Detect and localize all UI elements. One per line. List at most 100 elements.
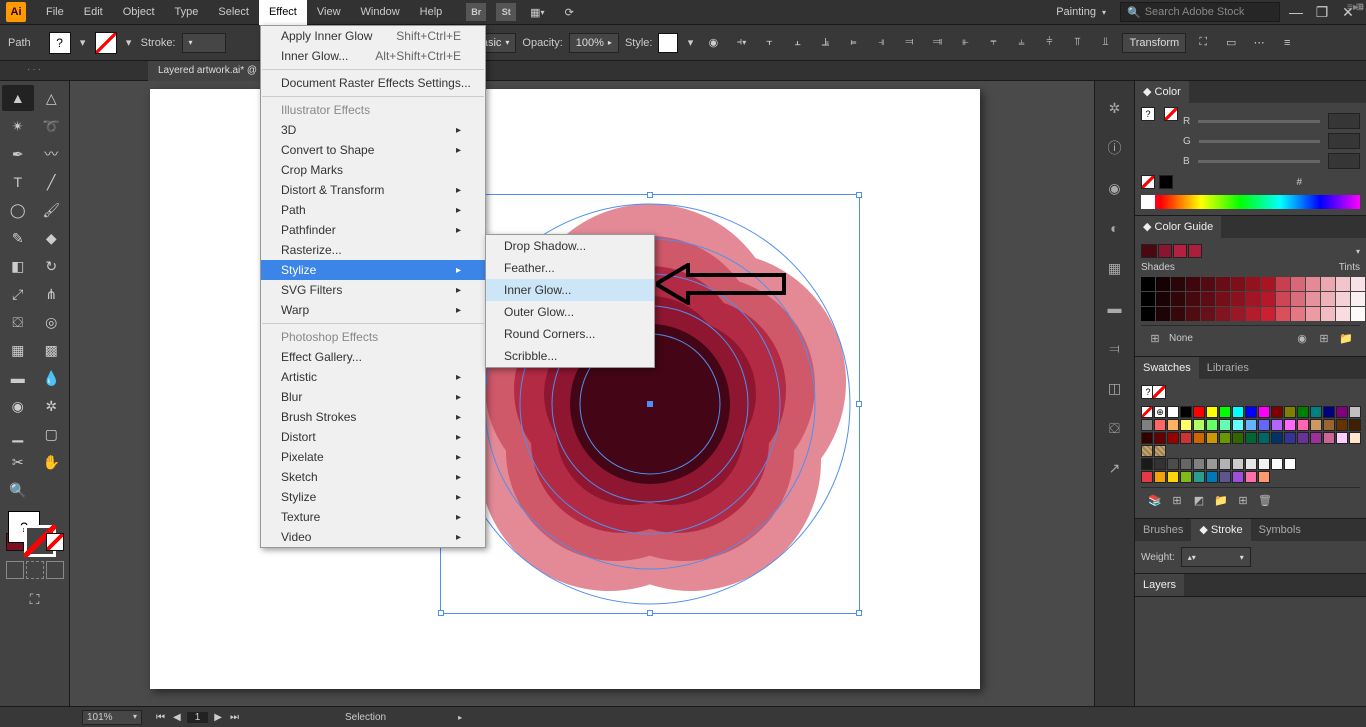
swatch-cell-87[interactable] <box>1167 471 1179 483</box>
swatch-cell-20[interactable] <box>1180 419 1192 431</box>
arrange-docs-icon[interactable]: ▦ ▾ <box>526 1 548 23</box>
swatch-cell-40[interactable] <box>1219 432 1231 444</box>
shade-cell-21[interactable] <box>1231 292 1245 306</box>
menu-object[interactable]: Object <box>113 0 165 25</box>
swatch-cell-47[interactable] <box>1310 432 1322 444</box>
panel-menu-icon[interactable]: ≡ <box>1276 32 1298 54</box>
shade-cell-37[interactable] <box>1246 307 1260 321</box>
swatch-cell-44[interactable] <box>1271 432 1283 444</box>
shade-cell-5[interactable] <box>1216 277 1230 291</box>
dist-spacing-icon[interactable]: ⫧ <box>982 32 1004 54</box>
color-guide-base-0[interactable] <box>1141 244 1157 258</box>
effect-item-convert-to-shape[interactable]: Convert to Shape <box>261 140 485 160</box>
blend-tool[interactable]: ◉ <box>2 393 34 419</box>
stylize-sub-round-corners-[interactable]: Round Corners... <box>486 323 654 345</box>
effect-item-stylize[interactable]: Stylize <box>261 260 485 280</box>
window-restore[interactable]: ❐ <box>1312 5 1332 19</box>
align-strip-icon[interactable]: ⫤ <box>1104 337 1126 359</box>
color-stroke-proxy[interactable] <box>1164 107 1178 121</box>
info-strip-icon[interactable]: ⓘ <box>1104 137 1126 159</box>
effect-item-rasterize-[interactable]: Rasterize... <box>261 240 485 260</box>
swatch-cell-15[interactable] <box>1336 406 1348 418</box>
align-vcenter-icon[interactable]: ⫣ <box>870 32 892 54</box>
shade-cell-10[interactable] <box>1291 277 1305 291</box>
shade-cell-38[interactable] <box>1261 307 1275 321</box>
sw-stroke-proxy[interactable] <box>1152 385 1166 399</box>
effect-ps-item-stylize[interactable]: Stylize <box>261 487 485 507</box>
hand-tool[interactable]: ✋ <box>36 449 68 475</box>
shade-cell-17[interactable] <box>1171 292 1185 306</box>
shade-cell-28[interactable] <box>1336 292 1350 306</box>
swatch-cell-12[interactable] <box>1297 406 1309 418</box>
swatch-cell-91[interactable] <box>1219 471 1231 483</box>
effect-apply-last[interactable]: Apply Inner GlowShift+Ctrl+E <box>261 26 485 46</box>
color-fill-proxy[interactable]: ? <box>1141 107 1155 121</box>
shade-cell-6[interactable] <box>1231 277 1245 291</box>
stroke-swatch[interactable] <box>95 32 117 54</box>
swatch-cell-3[interactable] <box>1180 406 1192 418</box>
swatch-cell-0[interactable] <box>1141 406 1153 418</box>
swatch-cell-27[interactable] <box>1271 419 1283 431</box>
graphic-styles-strip-icon[interactable]: ◐ <box>1104 217 1126 239</box>
shade-cell-33[interactable] <box>1186 307 1200 321</box>
shade-cell-18[interactable] <box>1186 292 1200 306</box>
swatch-cell-89[interactable] <box>1193 471 1205 483</box>
color-guide-base-3[interactable] <box>1188 244 1202 258</box>
color-spectrum[interactable] <box>1141 195 1360 209</box>
effect-ps-item-artistic[interactable]: Artistic <box>261 367 485 387</box>
curvature-tool[interactable]: 〰 <box>36 141 68 167</box>
stock-icon[interactable]: St <box>496 3 516 21</box>
shade-cell-27[interactable] <box>1321 292 1335 306</box>
swatch-cell-70[interactable] <box>1167 458 1179 470</box>
swatch-cell-52[interactable] <box>1154 445 1166 457</box>
column-graph-tool[interactable]: ▁ <box>2 421 34 447</box>
eraser-tool[interactable]: ◧ <box>2 253 34 279</box>
swatch-cell-6[interactable] <box>1219 406 1231 418</box>
swatch-cell-24[interactable] <box>1232 419 1244 431</box>
swatch-cell-16[interactable] <box>1349 406 1361 418</box>
shade-cell-15[interactable] <box>1141 292 1155 306</box>
r-slider[interactable] <box>1198 120 1320 123</box>
swatch-cell-18[interactable] <box>1154 419 1166 431</box>
menu-type[interactable]: Type <box>165 0 209 25</box>
eyedropper-tool[interactable]: 💧 <box>36 365 68 391</box>
perspective-tool[interactable]: ▦ <box>2 337 34 363</box>
swatch-cell-86[interactable] <box>1154 471 1166 483</box>
swatch-cell-26[interactable] <box>1258 419 1270 431</box>
selection-tool[interactable]: ▲ <box>2 85 34 111</box>
shade-cell-30[interactable] <box>1141 307 1155 321</box>
effect-last-options[interactable]: Inner Glow...Alt+Shift+Ctrl+E <box>261 46 485 66</box>
swatch-cell-9[interactable] <box>1258 406 1270 418</box>
swatch-cell-2[interactable] <box>1167 406 1179 418</box>
direct-selection-tool[interactable]: △ <box>36 85 68 111</box>
swatch-cell-8[interactable] <box>1245 406 1257 418</box>
swatch-cell-71[interactable] <box>1180 458 1192 470</box>
color-guide-base-2[interactable] <box>1173 244 1187 258</box>
dist-spacing2-icon[interactable]: ⫨ <box>1010 32 1032 54</box>
menu-file[interactable]: File <box>36 0 74 25</box>
stroke-weight-dropdown[interactable]: ▾ <box>182 33 226 53</box>
stroke-tab[interactable]: ◆ Stroke <box>1191 519 1250 541</box>
bridge-icon[interactable]: Br <box>466 3 486 21</box>
stylize-sub-drop-shadow-[interactable]: Drop Shadow... <box>486 235 654 257</box>
swatch-cell-94[interactable] <box>1258 471 1270 483</box>
r-value[interactable] <box>1328 113 1360 129</box>
effect-ps-item-texture[interactable]: Texture <box>261 507 485 527</box>
shade-cell-14[interactable] <box>1351 277 1365 291</box>
effect-ps-item-blur[interactable]: Blur <box>261 387 485 407</box>
shade-cell-12[interactable] <box>1321 277 1335 291</box>
swatch-cell-4[interactable] <box>1193 406 1205 418</box>
sw-new-swatch-icon[interactable]: ⊞ <box>1235 492 1251 508</box>
shade-cell-41[interactable] <box>1306 307 1320 321</box>
effect-ps-item-brush-strokes[interactable]: Brush Strokes <box>261 407 485 427</box>
lasso-tool[interactable]: ➰ <box>36 113 68 139</box>
appearance-strip-icon[interactable]: ◉ <box>1104 177 1126 199</box>
transform-strip-icon[interactable]: ⛋ <box>1104 417 1126 439</box>
swatch-cell-14[interactable] <box>1323 406 1335 418</box>
line-tool[interactable]: ╱ <box>36 169 68 195</box>
slice-tool[interactable]: ✂ <box>2 449 34 475</box>
stylize-sub-feather-[interactable]: Feather... <box>486 257 654 279</box>
swatch-cell-77[interactable] <box>1258 458 1270 470</box>
sw-new-group-icon[interactable]: 📁 <box>1213 492 1229 508</box>
pen-tool[interactable]: ✒ <box>2 141 34 167</box>
